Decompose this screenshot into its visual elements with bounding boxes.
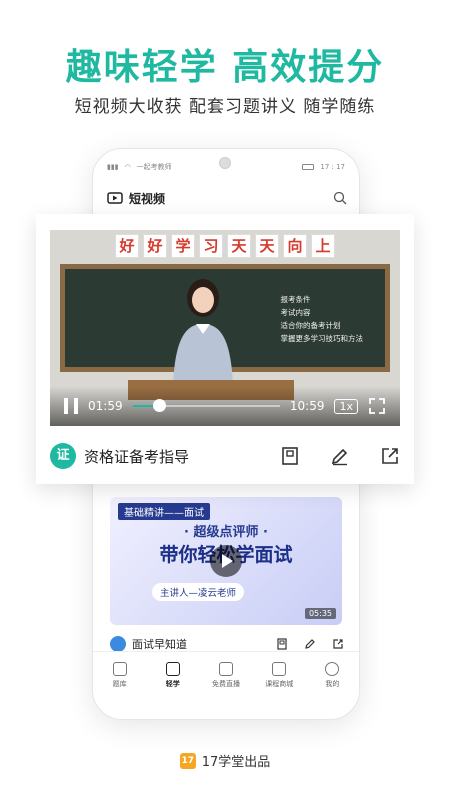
edit-icon[interactable] xyxy=(304,638,316,650)
banner-char: 天 xyxy=(255,234,279,258)
share-icon[interactable] xyxy=(332,638,344,650)
status-time: 17 : 17 xyxy=(320,163,345,171)
classroom-banner: 好 好 学 习 天 天 向 上 xyxy=(50,234,400,258)
document-icon xyxy=(112,662,127,676)
search-icon[interactable] xyxy=(333,191,347,205)
tab-free-live[interactable]: 免费直播 xyxy=(199,652,252,699)
headline: 趣味轻学 高效提分 xyxy=(65,47,385,88)
tab-light-learning[interactable]: 轻学 xyxy=(146,652,199,699)
featured-video-card: 好 好 学 习 天 天 向 上 报考条件 考试内容 适合你的备考计划 掌握更多学… xyxy=(36,214,414,484)
signal-icon: ▮▮▮ xyxy=(107,163,119,171)
notebook-icon[interactable] xyxy=(276,638,288,650)
app-bar-title: 短视频 xyxy=(129,191,166,206)
footer: 17 17学堂出品 xyxy=(0,751,450,770)
presenter-label: 主讲人—凌云老师 xyxy=(152,583,245,601)
pause-button[interactable] xyxy=(64,398,78,414)
video-card-title: 面试早知道 xyxy=(132,638,187,651)
fullscreen-icon[interactable] xyxy=(368,397,386,415)
video-duration: 05:35 xyxy=(304,608,336,619)
featured-card-footer: 证 资格证备考指导 xyxy=(50,436,400,476)
speed-button[interactable]: 1x xyxy=(334,398,358,414)
tab-profile[interactable]: 我的 xyxy=(306,652,359,699)
video-icon xyxy=(107,192,123,204)
tab-label: 轻学 xyxy=(165,680,180,688)
share-icon[interactable] xyxy=(380,446,400,466)
banner-char: 学 xyxy=(171,234,195,258)
carrier-label: 一起考教师 xyxy=(136,163,172,171)
banner-char: 向 xyxy=(283,234,307,258)
board-note: 掌握更多学习技巧和方法 xyxy=(280,334,364,343)
play-icon[interactable] xyxy=(210,545,242,577)
video-subtitle: · 超级点评师 · xyxy=(184,525,268,540)
app-bar: 短视频 xyxy=(107,187,347,209)
tab-label: 免费直播 xyxy=(212,680,240,688)
edit-icon[interactable] xyxy=(330,446,350,466)
rocket-icon xyxy=(165,662,180,676)
bag-icon xyxy=(272,662,287,676)
board-notes: 报考条件 考试内容 适合你的备考计划 掌握更多学习技巧和方法 xyxy=(281,293,364,345)
battery-icon xyxy=(302,164,315,170)
video-card-interview[interactable]: 基础精讲——面试 · 超级点评师 · 带你轻松学面试 主讲人—凌云老师 05:3… xyxy=(110,497,342,625)
progress-slider[interactable] xyxy=(132,399,280,412)
tab-bar: 题库 轻学 免费直播 课程商城 我的 xyxy=(93,651,359,699)
total-time: 10:59 xyxy=(289,399,325,413)
board-note: 适合你的备考计划 xyxy=(280,321,341,330)
current-time: 01:59 xyxy=(88,399,123,413)
brand-logo: 17 xyxy=(179,752,196,769)
featured-card-title: 资格证备考指导 xyxy=(84,447,190,466)
banner-char: 好 xyxy=(115,234,139,258)
progress-knob[interactable] xyxy=(153,399,167,412)
status-bar: ▮▮▮ ◠ 一起考教师 17 : 17 xyxy=(107,161,345,173)
board-note: 报考条件 xyxy=(280,295,311,304)
tab-course-mall[interactable]: 课程商城 xyxy=(253,652,306,699)
banner-char: 天 xyxy=(227,234,251,258)
tab-label: 我的 xyxy=(325,680,340,688)
teacher-figure xyxy=(173,279,233,386)
video-controls: 01:59 10:59 1x xyxy=(50,386,400,426)
play-icon xyxy=(219,662,233,676)
avatar xyxy=(110,636,126,652)
banner-char: 上 xyxy=(311,234,335,258)
video-category-tag: 基础精讲——面试 xyxy=(118,503,210,520)
banner-char: 习 xyxy=(199,234,223,258)
banner-char: 好 xyxy=(143,234,167,258)
person-icon xyxy=(325,662,340,676)
video-player[interactable]: 好 好 学 习 天 天 向 上 报考条件 考试内容 适合你的备考计划 掌握更多学… xyxy=(50,230,400,426)
footer-text: 17学堂出品 xyxy=(201,755,271,770)
wifi-icon: ◠ xyxy=(124,163,131,171)
tab-question-bank[interactable]: 题库 xyxy=(93,652,146,699)
board-note: 考试内容 xyxy=(280,308,311,317)
tab-label: 课程商城 xyxy=(265,680,294,688)
certificate-badge: 证 xyxy=(50,443,76,469)
subheadline: 短视频大收获 配套习题讲义 随学随练 xyxy=(74,97,376,117)
tab-label: 题库 xyxy=(112,680,127,688)
notebook-icon[interactable] xyxy=(280,446,300,466)
